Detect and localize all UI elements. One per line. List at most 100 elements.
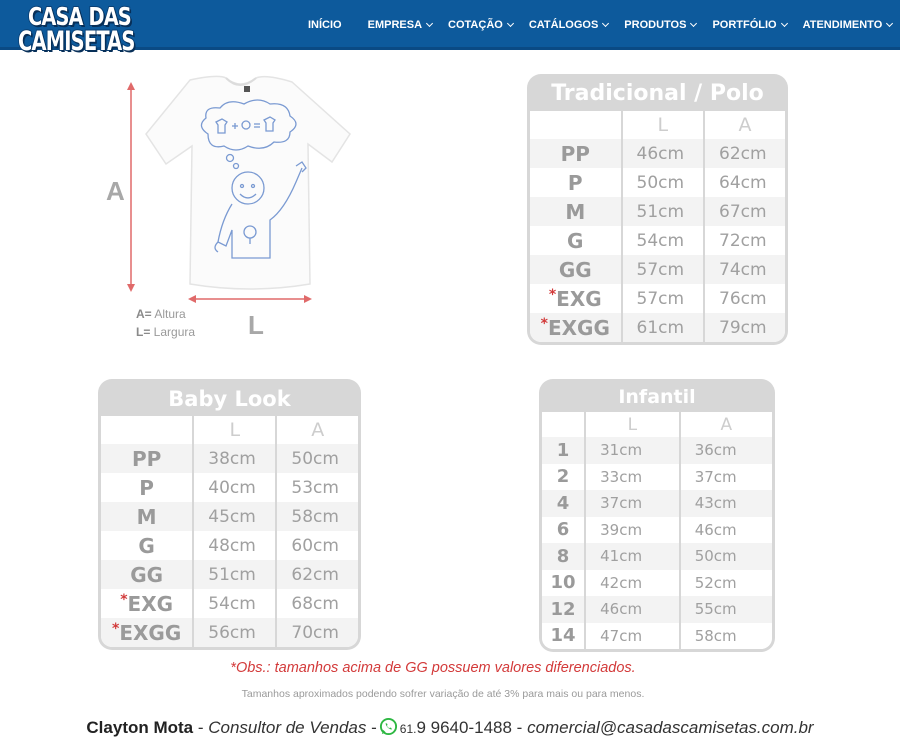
height-cell: 60cm	[277, 531, 358, 560]
nav-item-catalogos[interactable]: CATÁLOGOS	[529, 19, 610, 31]
table-row: M 45cm 58cm	[101, 502, 358, 531]
height-cell: 52cm	[680, 569, 772, 596]
size-cell: *EXG	[101, 589, 195, 618]
height-cell: 46cm	[680, 516, 772, 543]
size-table-baby-look: Baby Look L A PP 38cm 50cm P 40cm 53cm M 45cm 58cm…	[98, 379, 361, 650]
height-cell: 68cm	[277, 589, 358, 618]
table-row: G 48cm 60cm	[101, 531, 358, 560]
size-label: EXGG	[547, 315, 610, 340]
height-cell: 70cm	[277, 618, 358, 647]
size-cell: 6	[542, 516, 587, 543]
height-cell: 55cm	[680, 596, 772, 623]
legend-text: Largura	[150, 325, 196, 339]
chevron-down-icon	[506, 19, 514, 28]
column-header: L	[622, 111, 706, 139]
width-cell: 45cm	[194, 502, 278, 531]
legend-altura: A= Altura	[136, 307, 186, 321]
size-label: P	[567, 170, 583, 195]
nav-item-label: PRODUTOS	[624, 19, 687, 31]
width-cell: 38cm	[194, 444, 278, 473]
size-label: 8	[556, 545, 570, 567]
size-label: 2	[556, 466, 570, 488]
size-label: PP	[560, 141, 590, 166]
width-cell: 57cm	[622, 255, 706, 284]
size-cell: 8	[542, 543, 587, 570]
size-table-tradicional-polo: Tradicional / Polo L A PP 46cm 62cm P 50cm 64cm…	[527, 74, 788, 345]
contact-email[interactable]: comercial@casadascamisetas.com.br	[527, 718, 814, 737]
table-title: Baby Look	[168, 387, 291, 411]
table-row: PP 38cm 50cm	[101, 444, 358, 473]
size-cell: 4	[542, 490, 587, 517]
table-row: 10 42cm 52cm	[542, 569, 772, 596]
size-cell: GG	[101, 560, 195, 589]
size-cell: 10	[542, 569, 587, 596]
height-cell: 76cm	[705, 284, 785, 313]
nav-item-label: PORTFÓLIO	[712, 19, 777, 31]
nav-item-label: INÍCIO	[308, 19, 342, 31]
size-cell: 1	[542, 437, 587, 464]
table-header-row: LA	[530, 111, 785, 139]
size-cell: 2	[542, 463, 587, 490]
chevron-down-icon	[690, 19, 698, 28]
width-cell: 61cm	[622, 313, 706, 342]
dimension-a-label: A	[106, 176, 125, 206]
table-title: Infantil	[618, 386, 696, 408]
table-row: 4 37cm 43cm	[542, 490, 772, 517]
legend-key: A=	[136, 307, 152, 321]
size-cell: G	[530, 226, 623, 255]
height-cell: 62cm	[277, 560, 358, 589]
table-row: *EXGG 61cm 79cm	[530, 313, 785, 342]
phone-number[interactable]: 9 9640-1488	[416, 718, 511, 737]
chevron-down-icon	[780, 19, 788, 28]
table-header-row: LA	[101, 416, 358, 444]
height-cell: 79cm	[705, 313, 785, 342]
site-logo[interactable]: CASA DAS CAMISETAS	[17, 1, 164, 60]
size-label: G	[138, 533, 155, 558]
size-label: M	[136, 504, 157, 529]
logo-line2: CAMISETAS	[17, 25, 136, 58]
column-header: A	[680, 412, 772, 437]
asterisk-mark: *	[540, 315, 548, 332]
whatsapp-icon[interactable]	[379, 717, 398, 736]
observation-note: *Obs.: tamanhos acima de GG possuem valo…	[230, 660, 636, 676]
size-label: EXG	[127, 591, 174, 616]
nav-item-produtos[interactable]: PRODUTOS	[624, 19, 698, 31]
table-row: 2 33cm 37cm	[542, 463, 772, 490]
main-nav: INÍCIO EMPRESA COTAÇÃO CATÁLOGOS PRODUTOS POR…	[300, 0, 900, 50]
height-cell: 64cm	[705, 168, 785, 197]
size-cell: GG	[530, 255, 623, 284]
table-row: 14 47cm 58cm	[542, 622, 772, 649]
width-cell: 48cm	[194, 531, 278, 560]
nav-item-empresa[interactable]: EMPRESA	[368, 19, 434, 31]
table-row: GG 51cm 62cm	[101, 560, 358, 589]
size-grid: L A PP 38cm 50cm P 40cm 53cm M 45cm 58cm G 48cm 60cm G…	[101, 416, 358, 647]
nav-item-label: COTAÇÃO	[448, 19, 503, 31]
size-label: GG	[558, 257, 592, 282]
height-cell: 62cm	[705, 139, 785, 168]
table-row: 12 46cm 55cm	[542, 596, 772, 623]
size-label: G	[567, 228, 584, 253]
separator: -	[366, 718, 377, 737]
height-cell: 58cm	[680, 622, 772, 649]
size-label: P	[139, 475, 154, 500]
legend-text: Altura	[151, 307, 186, 321]
contact-line: Clayton Mota - Consultor de Vendas - 61.9…	[0, 717, 900, 738]
size-cell: G	[101, 531, 195, 560]
height-cell: 53cm	[277, 473, 358, 502]
column-header	[101, 416, 195, 444]
size-label: GG	[130, 562, 164, 587]
width-cell: 51cm	[622, 197, 706, 226]
height-cell: 67cm	[705, 197, 785, 226]
nav-item-inicio[interactable]: INÍCIO	[308, 19, 342, 31]
nav-item-cotacao[interactable]: COTAÇÃO	[448, 19, 514, 31]
size-label: EXGG	[119, 620, 182, 645]
table-row: P 40cm 53cm	[101, 473, 358, 502]
separator: -	[193, 718, 209, 737]
width-cell: 46cm	[586, 596, 681, 623]
size-grid: L A PP 46cm 62cm P 50cm 64cm M 51cm 67cm G 54cm 72cm G…	[530, 111, 785, 342]
size-label: 12	[550, 598, 576, 620]
width-cell: 47cm	[586, 622, 681, 649]
nav-item-portfolio[interactable]: PORTFÓLIO	[712, 19, 788, 31]
nav-item-atendimento[interactable]: ATENDIMENTO	[803, 19, 894, 31]
variation-note: Tamanhos aproximados podendo sofrer vari…	[241, 688, 645, 700]
